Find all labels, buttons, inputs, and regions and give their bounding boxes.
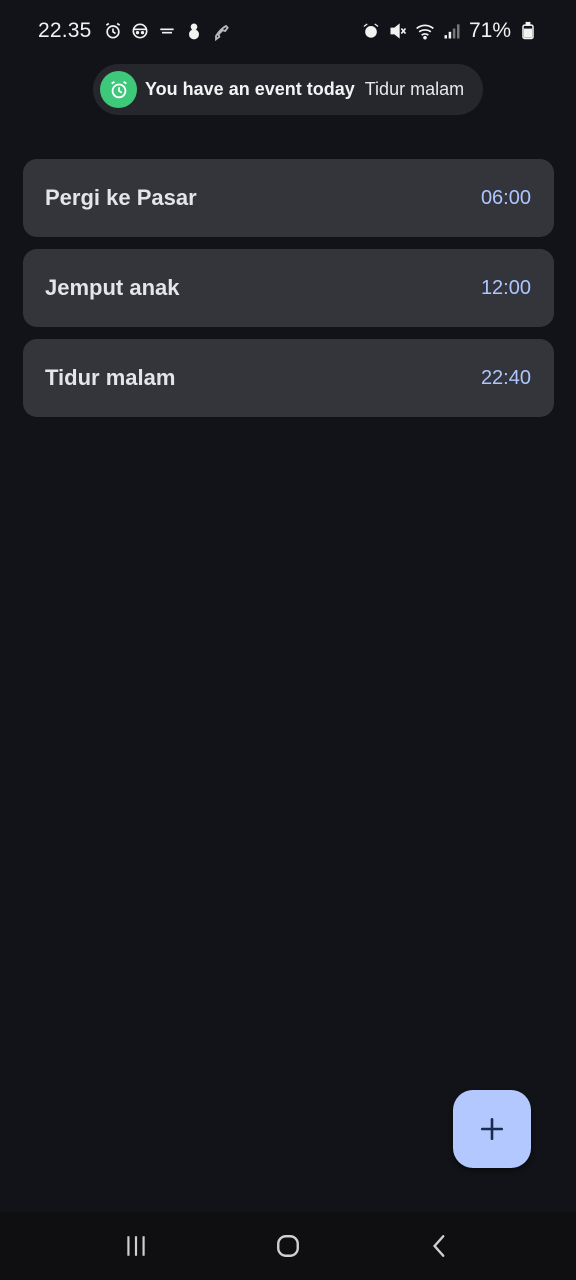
event-time: 22:40	[480, 366, 531, 389]
alarm-icon	[103, 21, 123, 41]
status-time: 22.35	[38, 19, 92, 42]
event-list: Pergi ke Pasar 06:00 Jemput anak 12:00 T…	[23, 159, 554, 429]
battery-icon	[518, 21, 538, 41]
event-card[interactable]: Jemput anak 12:00	[23, 249, 554, 327]
recents-icon	[123, 1233, 149, 1259]
wifi-icon	[415, 21, 435, 41]
snowman-icon	[184, 21, 204, 41]
alarm-icon	[361, 21, 381, 41]
status-bar: 22.35 71%	[0, 0, 576, 62]
brand-icon	[157, 21, 177, 41]
alarm-icon	[100, 71, 137, 108]
event-title: Tidur malam	[45, 365, 176, 390]
back-icon	[427, 1233, 453, 1259]
face-icon	[130, 21, 150, 41]
add-event-button[interactable]	[453, 1090, 531, 1168]
status-left: 22.35	[38, 19, 231, 43]
home-icon	[275, 1233, 301, 1259]
event-title: Pergi ke Pasar	[45, 185, 197, 210]
back-button[interactable]	[410, 1221, 470, 1271]
event-time: 06:00	[480, 186, 531, 209]
signal-icon	[442, 21, 462, 41]
navigation-bar	[0, 1212, 576, 1280]
event-card[interactable]: Tidur malam 22:40	[23, 339, 554, 417]
mute-icon	[388, 21, 408, 41]
notification-subtitle: Tidur malam	[364, 79, 465, 99]
event-time: 12:00	[480, 276, 531, 299]
event-title: Jemput anak	[45, 275, 180, 300]
plus-icon	[479, 1116, 505, 1142]
home-button[interactable]	[258, 1221, 318, 1271]
app-screen: 22.35 71% You have an event today Tidur …	[0, 0, 576, 1280]
notification-title: You have an event today	[145, 79, 355, 99]
recents-button[interactable]	[106, 1221, 166, 1271]
battery-percentage: 71%	[468, 19, 511, 42]
status-right: 71%	[361, 19, 538, 43]
event-notification-pill[interactable]: You have an event today Tidur malam	[93, 64, 483, 115]
event-card[interactable]: Pergi ke Pasar 06:00	[23, 159, 554, 237]
phone-icon	[211, 21, 231, 41]
